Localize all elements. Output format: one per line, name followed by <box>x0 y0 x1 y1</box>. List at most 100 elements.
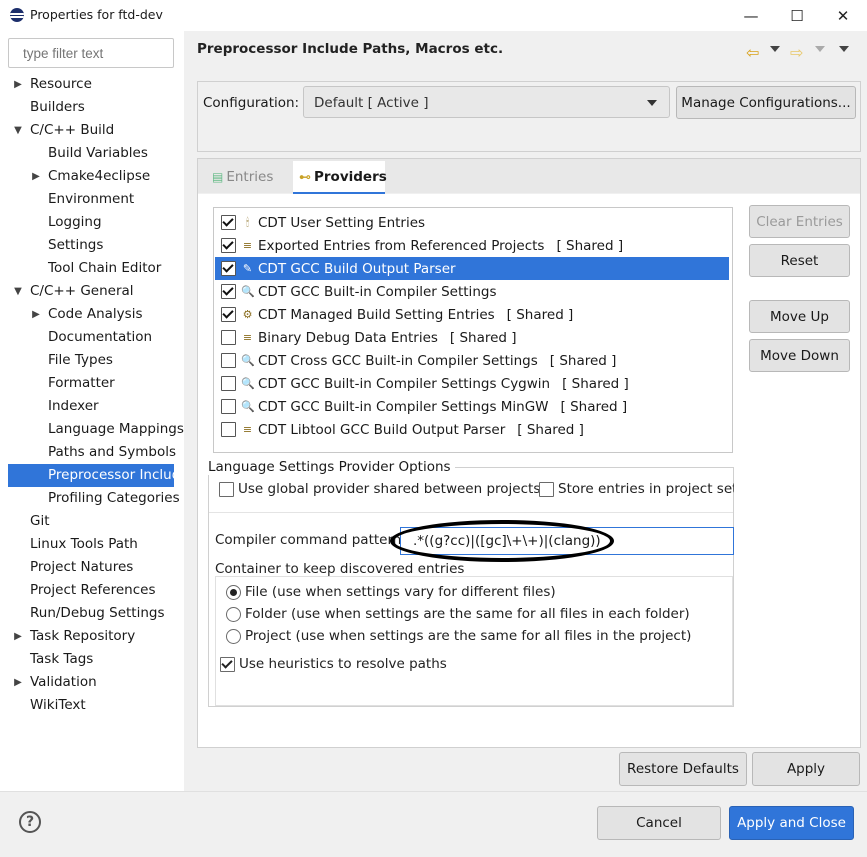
tree-item[interactable]: Preprocessor Includ <box>8 464 180 487</box>
tree-item-label: Task Repository <box>30 628 136 644</box>
tree-item-label: Build Variables <box>48 145 148 161</box>
move-up-button[interactable]: Move Up <box>749 300 850 333</box>
tree-item-label: Language Mappings <box>48 421 184 437</box>
provider-row[interactable]: ⚙ CDT Managed Build Setting Entries [ Shar… <box>215 303 729 326</box>
chevron-down-icon[interactable]: ▼ <box>12 119 24 142</box>
tab-providers-label: Providers <box>314 168 387 185</box>
filter-input[interactable] <box>8 38 174 68</box>
provider-checkbox[interactable] <box>221 215 236 230</box>
manage-configurations-button[interactable]: Manage Configurations... <box>676 86 856 119</box>
provider-checkbox[interactable] <box>221 399 236 414</box>
move-down-button[interactable]: Move Down <box>749 339 850 372</box>
cancel-button[interactable]: Cancel <box>597 806 721 840</box>
radio-folder[interactable] <box>226 607 241 622</box>
provider-label: CDT GCC Built-in Compiler Settings Cygwi… <box>258 375 551 392</box>
chevron-right-icon[interactable]: ▶ <box>30 165 42 188</box>
radio-project[interactable] <box>226 629 241 644</box>
provider-row[interactable]: ≡ Exported Entries from Referenced Projec… <box>215 234 729 257</box>
container-label: Container to keep discovered entries <box>215 561 465 577</box>
provider-row[interactable]: 🔍 CDT Cross GCC Built-in Compiler Setting… <box>215 349 729 372</box>
tab-entries-label: Entries <box>226 169 274 185</box>
tree-item-label: Run/Debug Settings <box>30 605 165 621</box>
provider-shared-badge: [ Shared ] <box>560 398 628 415</box>
help-icon[interactable]: ? <box>19 811 41 833</box>
provider-row[interactable]: ≡ CDT Libtool GCC Build Output Parser [ Sh… <box>215 418 729 441</box>
heuristics-label: Use heuristics to resolve paths <box>239 656 447 672</box>
maximize-button[interactable]: ☐ <box>774 0 820 31</box>
store-entries-checkbox[interactable] <box>539 482 554 497</box>
provider-label: CDT GCC Build Output Parser <box>258 260 456 277</box>
tree-item-label: Tool Chain Editor <box>48 260 162 276</box>
configuration-label: Configuration: <box>203 95 300 111</box>
tree-item-label: Documentation <box>48 329 153 345</box>
providers-icon: ⊷ <box>299 169 311 184</box>
radio-project-label: Project (use when settings are the same … <box>245 628 692 644</box>
tree-item-label: Indexer <box>48 398 99 414</box>
configuration-select[interactable]: Default [ Active ] <box>303 86 670 118</box>
cygwin-compiler-icon: 🔍 <box>241 376 255 390</box>
provider-checkbox[interactable] <box>221 330 236 345</box>
chevron-right-icon[interactable]: ▶ <box>12 625 24 648</box>
provider-checkbox[interactable] <box>221 353 236 368</box>
tree-item-label: Builders <box>30 99 85 115</box>
chevron-right-icon[interactable]: ▶ <box>30 303 42 326</box>
chevron-down-icon[interactable]: ▼ <box>12 280 24 303</box>
provider-checkbox[interactable] <box>221 261 236 276</box>
tab-providers[interactable]: ⊷ Providers <box>293 161 387 194</box>
tree-item-label: Code Analysis <box>48 306 143 322</box>
provider-shared-badge: [ Shared ] <box>556 237 624 254</box>
provider-checkbox[interactable] <box>221 422 236 437</box>
clear-entries-button[interactable]: Clear Entries <box>749 205 850 238</box>
heuristics-checkbox[interactable] <box>220 657 235 672</box>
window-title: Properties for ftd-dev <box>30 7 163 22</box>
apply-and-close-button[interactable]: Apply and Close <box>729 806 854 840</box>
forward-arrow-icon[interactable]: ⇨ <box>790 43 803 62</box>
provider-row[interactable]: 🕯 CDT User Setting Entries <box>215 211 729 234</box>
tree-item-label: File Types <box>48 352 113 368</box>
chevron-down-icon <box>647 100 657 106</box>
view-menu-icon[interactable] <box>839 46 849 52</box>
provider-label: Exported Entries from Referenced Project… <box>258 237 545 254</box>
provider-checkbox[interactable] <box>221 307 236 322</box>
provider-label: Binary Debug Data Entries <box>258 329 438 346</box>
apply-button[interactable]: Apply <box>752 752 860 786</box>
radio-file[interactable] <box>226 585 241 600</box>
provider-checkbox[interactable] <box>221 376 236 391</box>
close-button[interactable]: ✕ <box>820 0 866 31</box>
tree-item-label: Profiling Categories <box>48 490 180 506</box>
forward-dropdown-icon[interactable] <box>815 46 825 52</box>
providers-list[interactable]: 🕯 CDT User Setting Entries ≡ Exported Entri… <box>213 207 733 453</box>
tree-item-label: Paths and Symbols <box>48 444 176 460</box>
page-title: Preprocessor Include Paths, Macros etc. <box>197 41 504 57</box>
tree-item-label: Project Natures <box>30 559 134 575</box>
provider-label: CDT Managed Build Setting Entries <box>258 306 495 323</box>
eclipse-logo-icon <box>10 8 24 22</box>
entries-icon: ▤ <box>212 170 224 184</box>
back-arrow-icon[interactable]: ⇦ <box>746 43 759 62</box>
tree-item-label: Resource <box>30 76 92 92</box>
provider-checkbox[interactable] <box>221 284 236 299</box>
chevron-right-icon[interactable]: ▶ <box>12 671 24 694</box>
use-global-checkbox[interactable] <box>219 482 234 497</box>
divider <box>209 512 733 513</box>
provider-row[interactable]: 🔍 CDT GCC Built-in Compiler Settings Cygw… <box>215 372 729 395</box>
provider-shared-badge: [ Shared ] <box>449 329 517 346</box>
provider-row[interactable]: 🔍 CDT GCC Built-in Compiler Settings MinG… <box>215 395 729 418</box>
tree-item-label: WikiText <box>30 697 86 713</box>
reset-button[interactable]: Reset <box>749 244 850 277</box>
store-entries-label: Store entries in project sett <box>558 481 734 497</box>
user-setting-icon: 🕯 <box>245 215 250 229</box>
provider-row[interactable]: ✎ CDT GCC Build Output Parser <box>215 257 729 280</box>
minimize-button[interactable]: — <box>728 0 774 31</box>
annotation-ellipse <box>390 520 614 562</box>
chevron-right-icon[interactable]: ▶ <box>12 73 24 96</box>
tree-item-label: Cmake4eclipse <box>48 168 151 184</box>
provider-row[interactable]: ≡ Binary Debug Data Entries [ Shared ] <box>215 326 729 349</box>
tree-item-label: Environment <box>48 191 135 207</box>
back-dropdown-icon[interactable] <box>770 46 780 52</box>
provider-shared-badge: [ Shared ] <box>517 421 584 438</box>
provider-row[interactable]: 🔍 CDT GCC Built-in Compiler Settings <box>215 280 729 303</box>
tab-entries[interactable]: ▤ Entries <box>212 161 290 193</box>
restore-defaults-button[interactable]: Restore Defaults <box>619 752 747 786</box>
provider-checkbox[interactable] <box>221 238 236 253</box>
